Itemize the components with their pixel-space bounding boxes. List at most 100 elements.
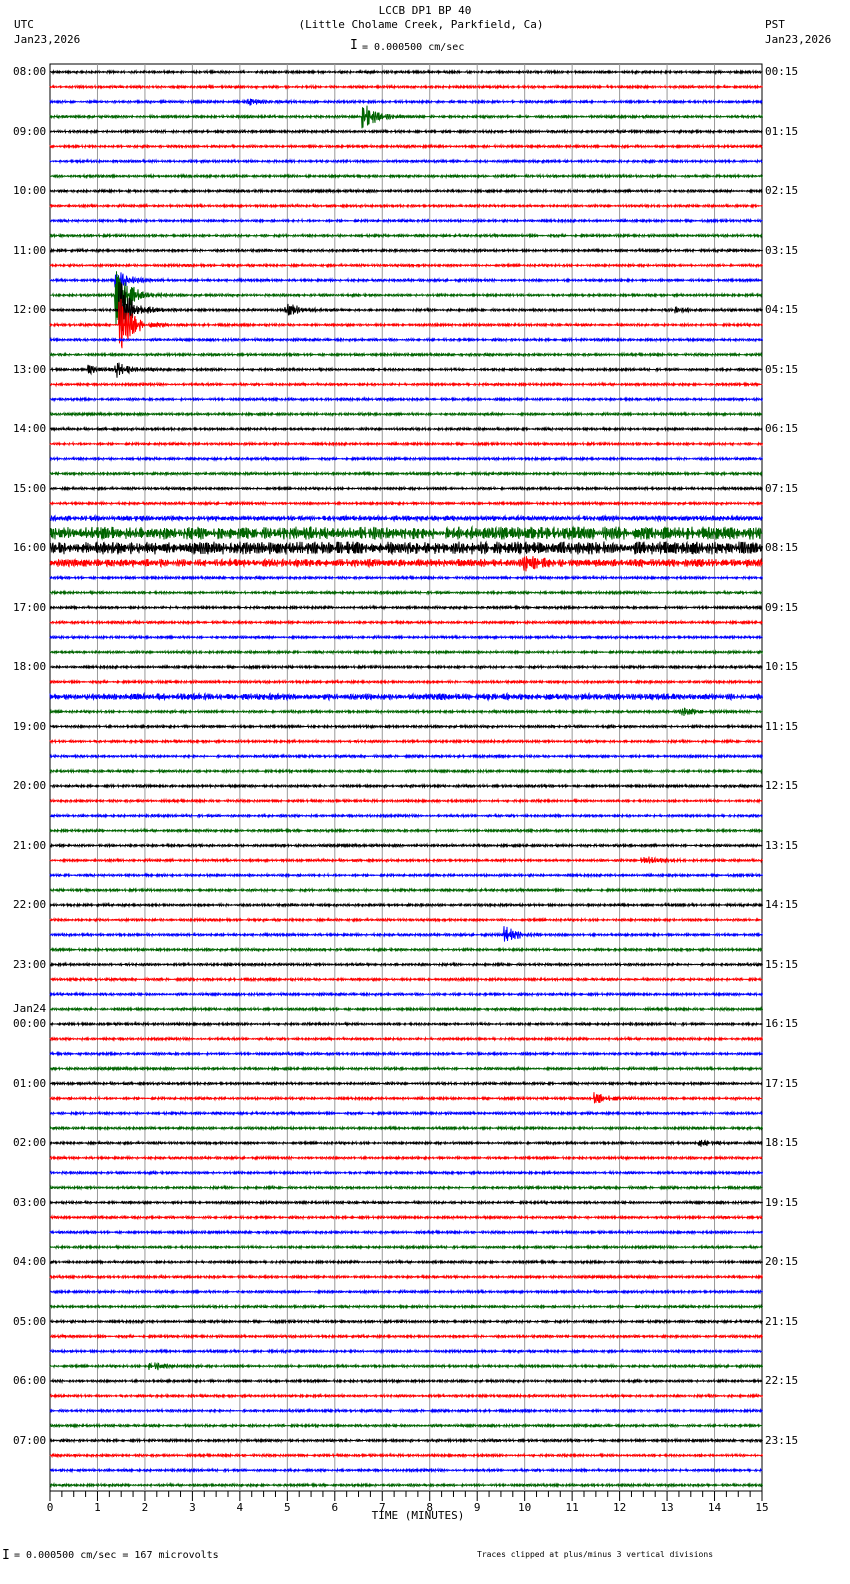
seismic-trace bbox=[49, 105, 763, 129]
seismic-trace bbox=[49, 396, 763, 403]
seismic-trace bbox=[49, 143, 763, 150]
utc-hour-label: 07:00 bbox=[13, 1433, 47, 1447]
seismic-trace bbox=[49, 362, 763, 378]
x-tick-label: 1 bbox=[94, 1501, 101, 1514]
seismic-trace bbox=[49, 707, 763, 717]
seismic-trace bbox=[49, 574, 763, 581]
seismic-trace bbox=[49, 916, 763, 923]
seismic-trace bbox=[49, 856, 763, 864]
seismic-trace bbox=[49, 976, 763, 983]
seismic-trace bbox=[49, 172, 763, 180]
seismic-trace bbox=[49, 262, 763, 269]
x-tick-label: 3 bbox=[189, 1501, 196, 1514]
seismic-trace bbox=[49, 1273, 763, 1280]
seismic-trace bbox=[49, 1392, 763, 1400]
seismogram-plot bbox=[49, 63, 763, 1501]
seismic-trace bbox=[49, 1035, 763, 1043]
utc-hour-label: 16:00 bbox=[13, 541, 47, 554]
seismic-trace bbox=[49, 1020, 763, 1028]
seismic-trace bbox=[49, 500, 763, 507]
seismic-trace bbox=[49, 782, 763, 790]
utc-hour-label: 20:00 bbox=[13, 779, 47, 792]
seismic-trace bbox=[49, 556, 763, 572]
seismic-trace bbox=[49, 83, 763, 91]
pst-hour-label: 00:15 bbox=[765, 65, 799, 78]
seismic-trace bbox=[49, 68, 763, 76]
seismic-trace bbox=[49, 1005, 763, 1013]
utc-hour-label: 00:00 bbox=[13, 1017, 47, 1030]
utc-hour-label: 13:00 bbox=[13, 362, 47, 376]
seismic-trace bbox=[49, 872, 763, 879]
pst-hour-label: 16:15 bbox=[765, 1017, 799, 1030]
footer-scale-icon: I bbox=[2, 1548, 10, 1563]
seismic-trace bbox=[49, 232, 763, 239]
seismic-trace bbox=[49, 678, 763, 686]
date-change-label: Jan24 bbox=[13, 1002, 47, 1015]
seismic-trace bbox=[49, 961, 763, 968]
seismic-trace bbox=[49, 812, 763, 819]
helicorder: LCCB DP1 BP 40 (Little Cholame Creek, Pa… bbox=[0, 0, 850, 1584]
seismic-trace bbox=[49, 1229, 763, 1236]
pst-hour-label: 20:15 bbox=[765, 1255, 799, 1268]
utc-hour-label: 09:00 bbox=[13, 124, 47, 138]
pst-hour-label: 23:15 bbox=[765, 1433, 799, 1447]
utc-hour-label: 21:00 bbox=[13, 838, 47, 852]
seismic-trace bbox=[49, 1080, 763, 1087]
utc-hour-label: 11:00 bbox=[13, 243, 47, 257]
footer-scale: = 0.000500 cm/sec = 167 microvolts bbox=[14, 1550, 219, 1561]
pst-hour-label: 08:15 bbox=[765, 541, 799, 554]
seismic-trace bbox=[49, 1154, 763, 1162]
utc-hour-label: 14:00 bbox=[13, 422, 47, 435]
x-tick-label: 15 bbox=[755, 1501, 769, 1514]
utc-hour-label: 15:00 bbox=[13, 481, 47, 495]
seismic-trace bbox=[49, 1124, 763, 1132]
seismic-trace bbox=[49, 513, 763, 523]
seismic-trace bbox=[49, 797, 763, 805]
utc-hour-label: 10:00 bbox=[13, 184, 47, 197]
seismic-trace bbox=[49, 187, 763, 195]
x-tick-label: 12 bbox=[612, 1501, 627, 1514]
seismic-trace bbox=[49, 691, 763, 702]
seismic-trace bbox=[49, 619, 763, 626]
seismic-trace bbox=[49, 1199, 763, 1206]
seismic-trace bbox=[49, 410, 763, 418]
seismic-trace bbox=[49, 926, 763, 942]
seismic-trace bbox=[49, 1288, 763, 1295]
utc-hour-label: 23:00 bbox=[13, 957, 47, 971]
pst-hour-label: 12:15 bbox=[765, 779, 799, 792]
seismic-trace bbox=[49, 842, 763, 849]
pst-hour-label: 19:15 bbox=[765, 1195, 799, 1209]
seismic-trace bbox=[49, 1169, 763, 1176]
seismic-trace bbox=[49, 901, 763, 909]
seismic-trace bbox=[49, 1258, 763, 1266]
utc-hour-label: 03:00 bbox=[13, 1195, 47, 1209]
seismic-trace bbox=[49, 272, 763, 289]
seismic-trace bbox=[49, 663, 763, 671]
seismic-trace bbox=[49, 1184, 763, 1191]
seismic-trace bbox=[49, 991, 763, 998]
pst-hour-label: 06:15 bbox=[765, 422, 799, 435]
seismic-trace bbox=[49, 1303, 763, 1310]
seismic-trace bbox=[49, 128, 763, 135]
utc-hour-label: 04:00 bbox=[13, 1255, 47, 1268]
utc-hour-label: 12:00 bbox=[13, 303, 47, 316]
seismic-trace bbox=[49, 1110, 763, 1117]
seismic-trace bbox=[50, 485, 763, 492]
seismic-trace bbox=[49, 1092, 763, 1104]
utc-hour-label: 01:00 bbox=[13, 1076, 47, 1090]
seismic-trace bbox=[49, 202, 763, 210]
seismic-trace bbox=[49, 1467, 763, 1474]
seismic-trace bbox=[49, 1452, 763, 1459]
seismic-trace bbox=[49, 336, 763, 343]
x-tick-label: 14 bbox=[707, 1501, 722, 1514]
seismic-trace bbox=[49, 1214, 763, 1221]
seismic-trace bbox=[49, 351, 763, 358]
seismic-trace bbox=[49, 98, 763, 106]
pst-hour-label: 13:15 bbox=[765, 838, 799, 852]
seismic-trace bbox=[49, 1243, 763, 1251]
seismic-trace bbox=[49, 648, 763, 656]
utc-hour-label: 05:00 bbox=[13, 1314, 47, 1328]
x-tick-label: 5 bbox=[284, 1501, 291, 1514]
pst-hour-label: 15:15 bbox=[765, 957, 799, 971]
seismic-trace bbox=[49, 1065, 763, 1072]
